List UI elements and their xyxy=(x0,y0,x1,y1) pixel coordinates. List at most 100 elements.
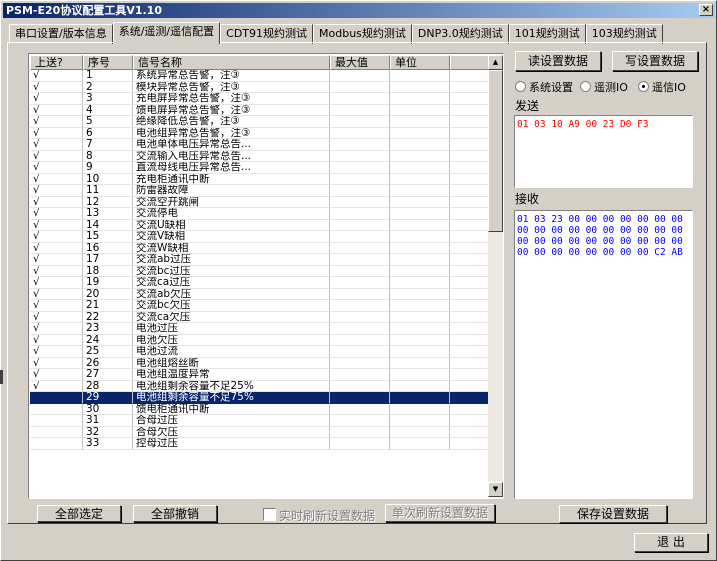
scroll-thumb[interactable] xyxy=(488,70,503,232)
table-row[interactable]: 32 合母欠压 xyxy=(30,426,491,438)
cell-number: 8 xyxy=(83,150,133,162)
radio-telemetry-io[interactable] xyxy=(580,81,591,92)
table-row[interactable]: √ 4 馈电屏异常总告警，注③ xyxy=(30,104,491,116)
table-row[interactable]: √ 16 交流W缺相 xyxy=(30,242,491,254)
cell-max-value xyxy=(330,208,390,220)
exit-button[interactable]: 退 出 xyxy=(634,533,708,552)
cell-filler xyxy=(450,93,491,105)
table-row[interactable]: √ 18 交流bc过压 xyxy=(30,265,491,277)
cell-number: 5 xyxy=(83,116,133,128)
realtime-refresh-checkbox[interactable] xyxy=(263,508,276,521)
radio-telesignal-io[interactable] xyxy=(638,81,649,92)
cell-max-value xyxy=(330,334,390,346)
cell-unit xyxy=(390,127,450,139)
cell-signal-name: 合母欠压 xyxy=(133,426,330,438)
cell-signal-name: 交流ab过压 xyxy=(133,254,330,266)
cell-upload xyxy=(30,426,83,438)
cell-number: 24 xyxy=(83,334,133,346)
vertical-scrollbar[interactable]: ▲ ▼ xyxy=(488,55,503,497)
cell-signal-name: 控母过压 xyxy=(133,438,330,450)
select-all-button[interactable]: 全部选定 xyxy=(37,505,121,522)
scroll-down-button[interactable]: ▼ xyxy=(488,482,503,497)
cell-max-value xyxy=(330,357,390,369)
receive-data-box[interactable]: 01 03 23 00 00 00 00 00 00 00 00 00 00 0… xyxy=(514,210,693,499)
cell-upload: √ xyxy=(30,150,83,162)
cell-number: 32 xyxy=(83,426,133,438)
column-header-number[interactable]: 序号 xyxy=(83,55,133,70)
radio-label-telesignal-io: 遥信IO xyxy=(652,81,686,94)
cell-number: 21 xyxy=(83,300,133,312)
column-header-signal-name[interactable]: 信号名称 xyxy=(133,55,330,70)
table-row[interactable]: √ 26 电池组熔丝断 xyxy=(30,357,491,369)
tab-5[interactable]: 101规约测试 xyxy=(508,24,586,44)
tab-6[interactable]: 103规约测试 xyxy=(585,24,663,44)
table-row[interactable]: √ 5 绝缘降低总告警，注③ xyxy=(30,116,491,128)
table-row[interactable]: √ 23 电池过压 xyxy=(30,323,491,335)
title-bar[interactable]: PSM-E20协议配置工具V1.10 × xyxy=(3,3,715,18)
table-row[interactable]: √ 21 交流bc欠压 xyxy=(30,300,491,312)
cell-number: 15 xyxy=(83,231,133,243)
table-row[interactable]: √ 3 充电屏异常总告警，注③ xyxy=(30,93,491,105)
write-settings-button[interactable]: 写设置数据 xyxy=(612,51,698,71)
cell-number: 12 xyxy=(83,196,133,208)
table-row[interactable]: √ 10 充电柜通讯中断 xyxy=(30,173,491,185)
cell-upload: √ xyxy=(30,242,83,254)
table-row[interactable]: √ 11 防雷器故障 xyxy=(30,185,491,197)
table-row[interactable]: √ 12 交流空开跳闸 xyxy=(30,196,491,208)
tab-0[interactable]: 串口设置/版本信息 xyxy=(9,24,113,44)
cell-number: 33 xyxy=(83,438,133,450)
cell-upload: √ xyxy=(30,300,83,312)
save-settings-button[interactable]: 保存设置数据 xyxy=(559,505,667,523)
tab-3[interactable]: Modbus规约测试 xyxy=(313,24,412,44)
table-row[interactable]: √ 14 交流U缺相 xyxy=(30,219,491,231)
column-header-upload[interactable]: 上送? xyxy=(30,55,83,70)
cell-unit xyxy=(390,323,450,335)
table-row[interactable]: √ 9 直流母线电压异常总告... xyxy=(30,162,491,174)
radio-system-settings[interactable] xyxy=(515,81,526,92)
cell-max-value xyxy=(330,104,390,116)
column-header-unit[interactable]: 单位 xyxy=(390,55,450,70)
table-row[interactable]: √ 7 电池单体电压异常总告... xyxy=(30,139,491,151)
table-row[interactable]: √ 8 交流输入电压异常总告... xyxy=(30,150,491,162)
table-row[interactable]: 31 合母过压 xyxy=(30,415,491,427)
table-row[interactable]: √ 17 交流ab过压 xyxy=(30,254,491,266)
table-row[interactable]: √ 24 电池欠压 xyxy=(30,334,491,346)
table-row[interactable]: 29 电池组剩余容量不足75% xyxy=(30,392,491,404)
read-settings-button[interactable]: 读设置数据 xyxy=(515,51,601,71)
cell-filler xyxy=(450,116,491,128)
tab-4[interactable]: DNP3.0规约测试 xyxy=(411,24,509,44)
cell-number: 23 xyxy=(83,323,133,335)
tab-2[interactable]: CDT91规约测试 xyxy=(220,24,314,44)
cell-filler xyxy=(450,334,491,346)
cell-signal-name: 交流ab欠压 xyxy=(133,288,330,300)
table-header: 上送? 序号 信号名称 最大值 单位 xyxy=(30,55,491,70)
column-header-max-value[interactable]: 最大值 xyxy=(330,55,390,70)
cell-filler xyxy=(450,403,491,415)
tab-1[interactable]: 系统/遥测/遥信配置 xyxy=(112,22,221,44)
table-row[interactable]: 30 馈电柜通讯中断 xyxy=(30,403,491,415)
table-row[interactable]: √ 2 模块异常总告警，注③ xyxy=(30,81,491,93)
table-row[interactable]: 33 控母过压 xyxy=(30,438,491,450)
table-row[interactable]: √ 19 交流ca过压 xyxy=(30,277,491,289)
cell-signal-name: 电池组异常总告警，注③ xyxy=(133,127,330,139)
table-row[interactable]: √ 20 交流ab欠压 xyxy=(30,288,491,300)
cell-filler xyxy=(450,369,491,381)
deselect-all-button[interactable]: 全部撤销 xyxy=(133,505,217,522)
signal-table[interactable]: 上送? 序号 信号名称 最大值 单位 √ 1 系统异常总告警，注③ √ 2 模块异常总告警… xyxy=(28,53,504,499)
send-data-box[interactable]: 01 03 10 A9 00 23 D0 F3 xyxy=(514,115,693,188)
table-row[interactable]: √ 6 电池组异常总告警，注③ xyxy=(30,127,491,139)
single-refresh-button[interactable]: 单次刷新设置数据 xyxy=(385,504,495,522)
table-row[interactable]: √ 28 电池组剩余容量不足25% xyxy=(30,380,491,392)
cell-max-value xyxy=(330,277,390,289)
scroll-up-button[interactable]: ▲ xyxy=(488,55,503,70)
table-row[interactable]: √ 13 交流停电 xyxy=(30,208,491,220)
table-row[interactable]: √ 27 电池组温度异常 xyxy=(30,369,491,381)
table-row[interactable]: √ 25 电池过流 xyxy=(30,346,491,358)
table-row[interactable]: √ 15 交流V缺相 xyxy=(30,231,491,243)
close-button[interactable]: × xyxy=(699,4,713,16)
cell-signal-name: 电池组剩余容量不足25% xyxy=(133,380,330,392)
table-row[interactable]: √ 1 系统异常总告警，注③ xyxy=(30,70,491,82)
cell-max-value xyxy=(330,438,390,450)
table-row[interactable]: √ 22 交流ca欠压 xyxy=(30,311,491,323)
cell-unit xyxy=(390,208,450,220)
